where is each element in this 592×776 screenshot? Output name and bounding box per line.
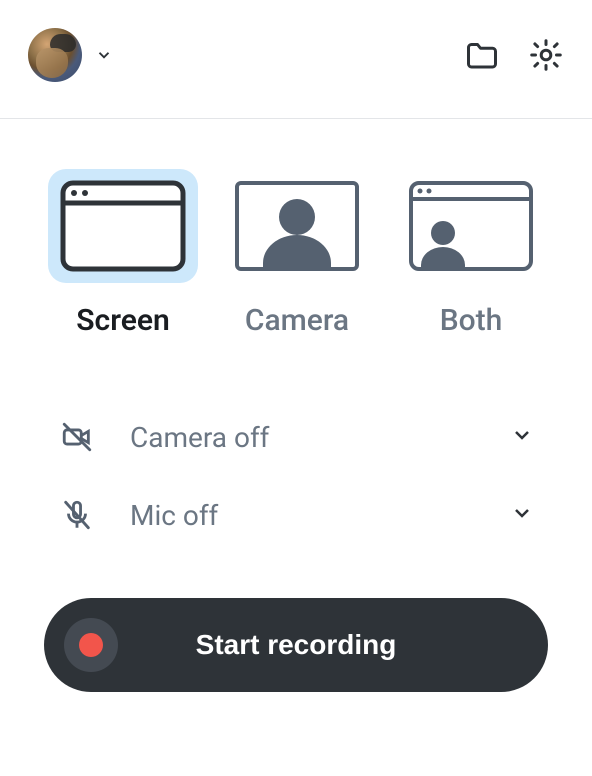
camera-setting[interactable]: Camera off	[58, 398, 534, 476]
settings-button[interactable]	[528, 37, 564, 73]
camera-setting-label: Camera off	[130, 421, 510, 454]
record-dot-icon	[79, 633, 103, 657]
chevron-down-icon	[94, 45, 114, 65]
mic-setting-label: Mic off	[130, 499, 510, 532]
folder-button[interactable]	[464, 37, 500, 73]
camera-off-icon	[58, 420, 96, 454]
both-icon	[396, 169, 546, 283]
gear-icon	[528, 37, 564, 73]
mode-selector: Screen Camera	[28, 169, 564, 338]
camera-icon	[222, 169, 372, 283]
record-indicator	[64, 618, 118, 672]
mic-setting[interactable]: Mic off	[58, 476, 534, 554]
mode-option-both[interactable]: Both	[396, 169, 546, 338]
avatar	[28, 28, 82, 82]
mode-option-camera[interactable]: Camera	[222, 169, 372, 338]
record-button-label: Start recording	[44, 629, 548, 661]
header-actions	[464, 37, 564, 73]
mode-label-screen: Screen	[76, 303, 170, 338]
folder-icon	[464, 37, 500, 73]
device-settings: Camera off Mic off	[28, 398, 564, 554]
mic-off-icon	[58, 498, 96, 532]
screen-icon	[48, 169, 198, 283]
mode-option-screen[interactable]: Screen	[48, 169, 198, 338]
chevron-down-icon	[510, 423, 534, 451]
start-recording-button[interactable]: Start recording	[44, 598, 548, 692]
chevron-down-icon	[510, 501, 534, 529]
mode-label-camera: Camera	[245, 303, 349, 338]
divider	[0, 118, 592, 119]
header	[28, 28, 564, 82]
account-menu[interactable]	[28, 28, 114, 82]
mode-label-both: Both	[440, 303, 503, 338]
